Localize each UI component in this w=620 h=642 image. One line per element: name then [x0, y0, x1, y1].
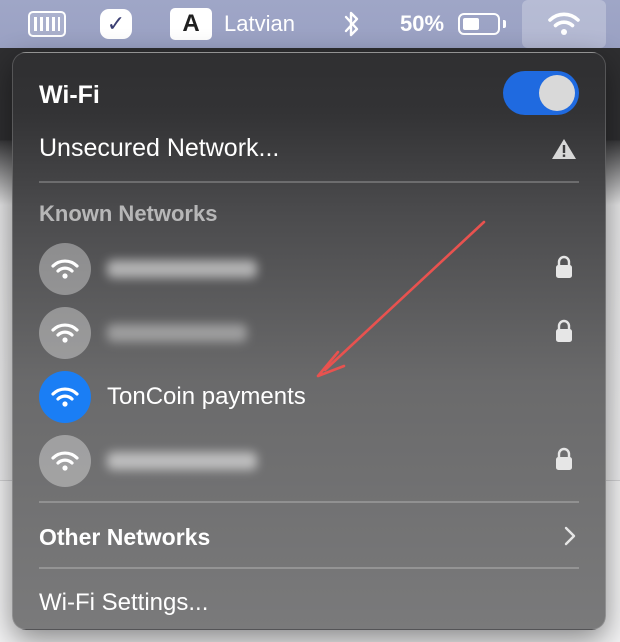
other-networks-item[interactable]: Other Networks [39, 517, 579, 557]
network-name: TonCoin payments [107, 383, 306, 410]
wifi-toggle[interactable] [503, 71, 579, 115]
keyboard-status-icon[interactable] [28, 11, 66, 37]
network-item-toncoin[interactable]: TonCoin payments [39, 369, 579, 425]
wifi-title: Wi-Fi [39, 80, 100, 109]
battery-fill [463, 18, 479, 30]
wifi-signal-icon [39, 435, 91, 487]
lock-icon [556, 255, 572, 278]
network-item-1[interactable] [39, 241, 579, 297]
known-networks-heading: Known Networks [39, 201, 218, 226]
wifi-menu-button[interactable] [522, 0, 606, 48]
lock-icon [556, 319, 572, 342]
warning-icon [552, 139, 576, 159]
toggle-knob [539, 75, 575, 111]
checkmark-app-icon[interactable]: ✓ [100, 9, 132, 39]
battery-percentage[interactable]: 50% [400, 0, 444, 48]
chevron-right-icon [564, 526, 576, 546]
divider [39, 181, 579, 183]
redacted-network-name [107, 324, 247, 342]
wifi-signal-icon [39, 243, 91, 295]
network-item-4[interactable] [39, 433, 579, 489]
wifi-icon [548, 12, 580, 35]
wifi-settings-item[interactable]: Wi-Fi Settings... [39, 583, 579, 623]
wifi-dropdown-panel: Wi-Fi Unsecured Network... Known Network… [12, 52, 606, 630]
network-item-2[interactable] [39, 305, 579, 361]
divider [39, 501, 579, 503]
redacted-network-name [107, 260, 257, 278]
menu-bar: ✓ A Latvian 50% [0, 0, 620, 48]
bluetooth-icon[interactable] [340, 0, 364, 48]
wifi-signal-icon [39, 307, 91, 359]
wifi-signal-icon [39, 371, 91, 423]
battery-icon[interactable] [458, 13, 500, 35]
redacted-network-name [107, 452, 257, 470]
input-source-label[interactable]: Latvian [224, 0, 295, 48]
input-source-badge[interactable]: A [170, 8, 212, 40]
lock-icon [556, 447, 572, 470]
divider [39, 567, 579, 569]
unsecured-network-item[interactable]: Unsecured Network... [39, 129, 579, 167]
battery-nub [503, 20, 506, 28]
